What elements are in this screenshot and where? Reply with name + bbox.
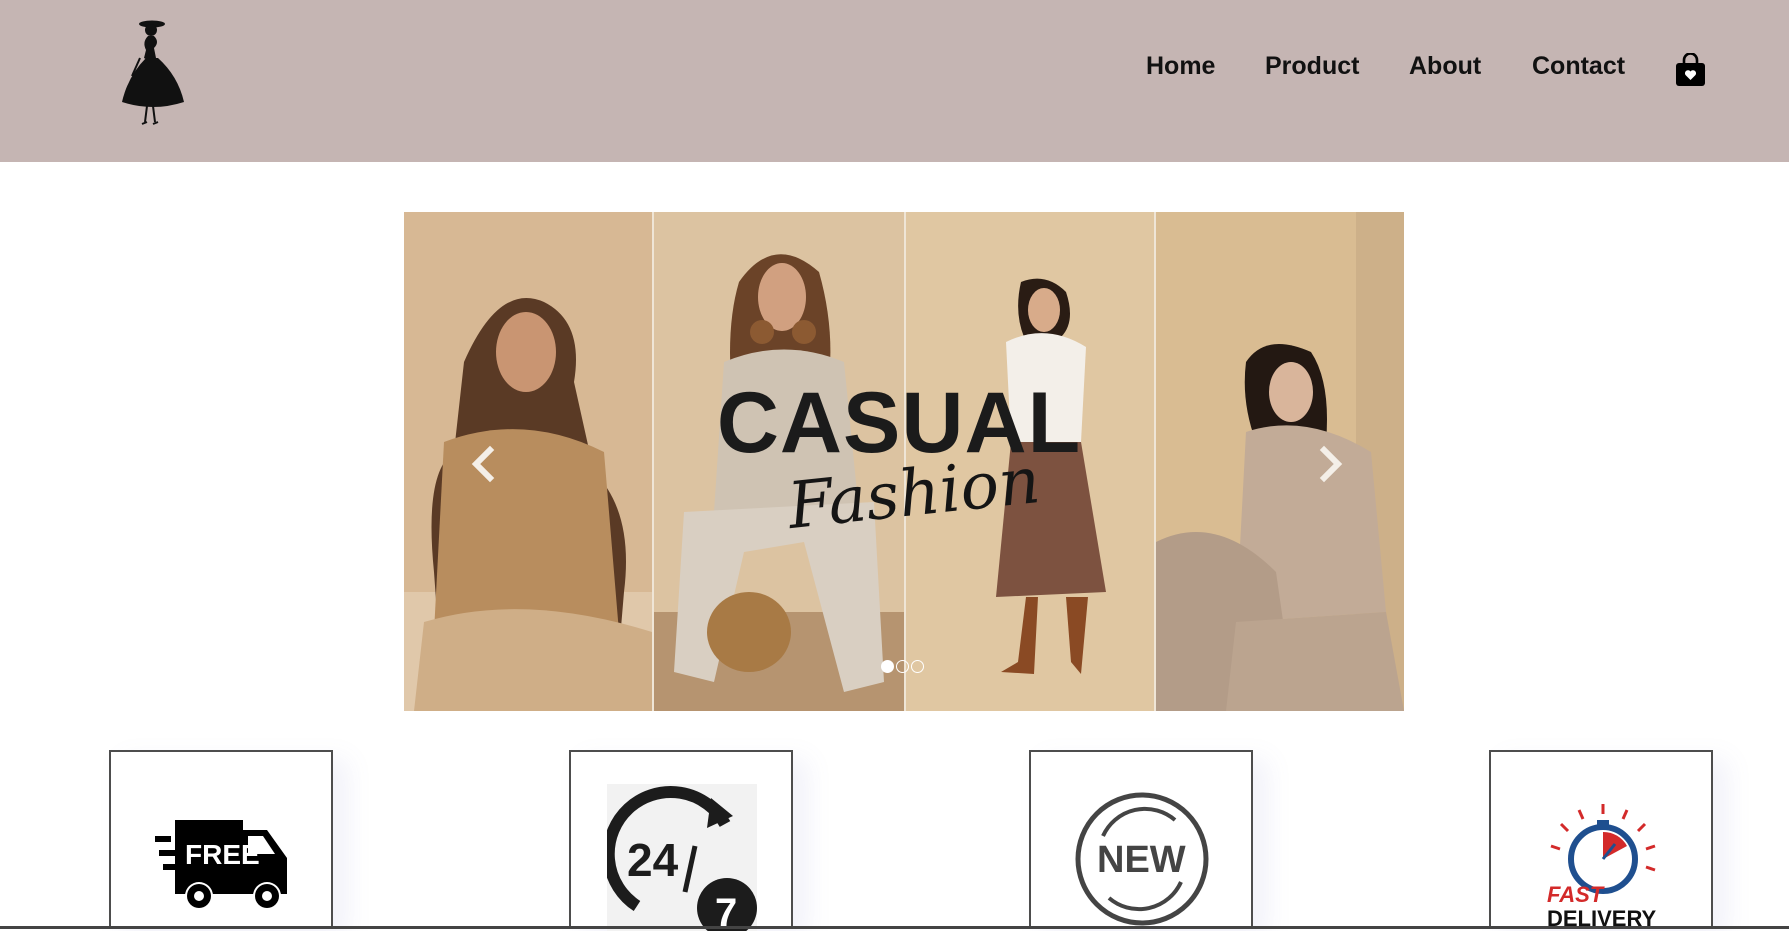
chevron-left-icon[interactable] [464,444,504,484]
slide-image-panel-4 [1156,212,1404,711]
svg-text:7: 7 [715,891,737,931]
nav-about-link[interactable]: About [1409,52,1481,81]
nav-product-link[interactable]: Product [1265,52,1359,81]
svg-text:FREE: FREE [185,839,260,870]
carousel-dot-3[interactable] [911,660,924,673]
carousel-dot-1[interactable] [881,660,894,673]
nav-contact-link[interactable]: Contact [1532,52,1625,81]
shopping-bag-icon[interactable] [1675,53,1706,87]
new-badge-icon: NEW [1075,792,1209,926]
lady-silhouette-logo-icon[interactable] [120,18,186,130]
nav-home-link[interactable]: Home [1146,52,1215,81]
free-delivery-truck-icon: FREE [155,820,287,910]
feature-card-fast-delivery: FAST DELIVERY [1489,750,1713,929]
navbar: Home Product About Contact [0,0,1789,162]
feature-card-24-7: 24 7 [569,750,793,931]
carousel-dot-2[interactable] [896,660,909,673]
svg-text:FAST: FAST [1547,882,1605,907]
slide-image-panel-1 [404,212,652,711]
fast-delivery-stopwatch-icon: FAST DELIVERY [1547,804,1657,929]
chevron-right-icon[interactable] [1310,444,1350,484]
svg-text:24: 24 [627,834,679,886]
24-7-support-icon: 24 7 [607,784,757,931]
hero-carousel[interactable]: CASUAL Fashion [404,212,1404,711]
feature-card-new: NEW [1029,750,1253,929]
feature-card-free-delivery: FREE [109,750,333,929]
svg-text:NEW: NEW [1097,839,1186,881]
